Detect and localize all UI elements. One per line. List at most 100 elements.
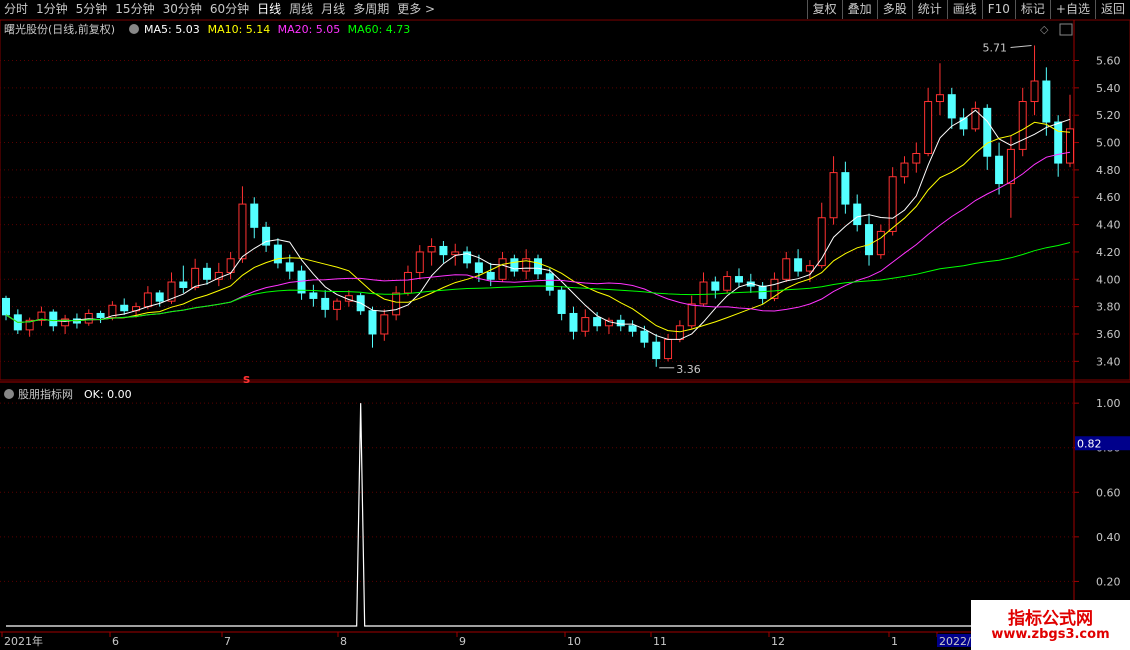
high-price-arrow [1010,44,1032,48]
toolbar-action-2[interactable]: 多股 [876,0,912,19]
ind-tick-label-2: 0.60 [1096,486,1121,499]
time-label-2: 7 [224,635,231,648]
candle-body-40 [474,262,483,273]
toolbar-action-3[interactable]: 统计 [911,0,947,19]
main-chart-title: 曙光股份(日线,前复权) [4,22,115,36]
period-tab-6[interactable]: 日线 [253,0,285,19]
period-tab-3[interactable]: 15分钟 [111,0,158,19]
candle-body-76 [900,162,909,178]
candle-body-83 [983,107,992,157]
candle-body-26 [309,292,318,299]
ma-legend-1: MA10: 5.14 [208,23,271,36]
price-tick-label-9: 3.80 [1096,301,1121,314]
candle-body-62 [734,276,743,283]
candle-body-54 [640,330,649,343]
main-panel-frame [0,20,1130,381]
time-label-9: 2022/ [939,635,971,648]
candle-body-61 [723,276,732,291]
candle-body-74 [876,230,885,256]
toolbar-action-0[interactable]: 复权 [806,0,842,19]
period-tab-1[interactable]: 1分钟 [32,0,72,19]
time-label-6: 11 [653,635,667,648]
candle-body-8 [96,312,105,319]
candle-body-41 [486,271,495,280]
candle-body-59 [699,281,708,305]
watermark-url: www.zbgs3.com [991,627,1110,642]
price-tick-label-2: 5.20 [1096,109,1121,122]
period-tab-2[interactable]: 5分钟 [72,0,112,19]
time-label-3: 8 [340,635,347,648]
candle-body-82 [971,107,980,130]
candle-body-46 [545,273,554,291]
toolbar-action-5[interactable]: F10 [981,0,1015,19]
candle-body-89 [1054,121,1063,164]
toolbar-action-1[interactable]: 叠加 [841,0,877,19]
toolbar: 分时 1分钟 5分钟 15分钟 30分钟 60分钟 日线 周线 月线 多周期 更多 > 复权 叠加 多股… [0,0,1130,20]
time-label-1: 6 [112,635,119,648]
candle-body-12 [143,292,152,308]
candle-body-53 [628,325,637,332]
period-tab-7[interactable]: 周线 [285,0,317,19]
period-tab-4[interactable]: 30分钟 [159,0,206,19]
candle-body-52 [616,319,625,327]
chart-area[interactable]: 5.60 5.40 5.20 5.00 4.80 4.60 4.40 4.20 4.00 3.80… [0,20,1130,650]
price-tick-label-10: 3.60 [1096,328,1121,341]
candle-body-17 [202,267,211,280]
candle-body-35 [415,251,424,273]
signal-mark: s [243,372,250,386]
layout-toggle-icon [1059,23,1073,36]
toolbar-action-4[interactable]: 画线 [946,0,982,19]
candle-body-51 [604,319,613,327]
price-tick-label-6: 4.40 [1096,219,1121,232]
candle-body-57 [675,325,684,340]
ma-line-MA5 [5,109,1071,340]
ma-legend-3: MA60: 4.73 [348,23,411,36]
toolbar-actions: 复权 叠加 多股 统计 画线 F10 标记 +自选 返回 [806,0,1130,19]
candle-body-86 [1018,101,1027,150]
indicator-settings-icon [4,389,14,399]
candle-body-72 [853,203,862,226]
period-tab-5[interactable]: 60分钟 [206,0,253,19]
candle-body-56 [664,338,673,360]
period-tab-8[interactable]: 月线 [317,0,349,19]
candle-body-34 [403,271,412,294]
ma-legend-2: MA20: 5.05 [278,23,341,36]
candle-body-67 [794,258,803,272]
candle-body-24 [285,262,294,272]
candle-body-15 [179,281,188,288]
candle-body-38 [451,251,460,256]
ind-tick-label-3: 0.40 [1096,531,1121,544]
candle-body-66 [782,258,791,280]
candle-body-88 [1042,80,1051,123]
price-tick-label-3: 5.00 [1096,137,1121,150]
price-tick-label-1: 5.40 [1096,82,1121,95]
time-label-0: 2021年 [4,634,43,648]
period-tab-0[interactable]: 分时 [0,0,32,19]
toolbar-action-8[interactable]: 返回 [1094,0,1130,19]
candle-body-45 [534,258,542,275]
price-tick-label-11: 3.40 [1096,355,1121,368]
price-tick-label-7: 4.20 [1096,246,1121,259]
candle-body-33 [392,292,401,316]
candle-body-65 [770,278,779,299]
candle-body-16 [191,267,200,288]
toolbar-action-7[interactable]: +自选 [1049,0,1095,19]
candle-body-50 [593,317,602,327]
toolbar-action-6[interactable]: 标记 [1014,0,1050,19]
indicator-value: OK: 0.00 [84,388,132,401]
time-label-8: 1 [891,635,898,648]
indicator-line-OK [6,403,1070,627]
period-tabs: 分时 1分钟 5分钟 15分钟 30分钟 60分钟 日线 周线 月线 多周期 更多 > [0,0,439,19]
candle-body-78 [924,101,933,154]
time-label-5: 10 [567,635,581,648]
period-tab-10[interactable]: 更多 > [393,0,439,19]
candle-body-28 [333,300,342,310]
period-tab-9[interactable]: 多周期 [349,0,393,19]
time-label-7: 12 [771,635,785,648]
candle-body-64 [758,285,767,299]
candle-body-4 [49,311,58,327]
candle-body-0 [2,297,10,316]
watermark-title: 指标公式网 [1008,609,1093,629]
candle-body-32 [380,314,389,335]
candle-body-36 [427,245,436,253]
